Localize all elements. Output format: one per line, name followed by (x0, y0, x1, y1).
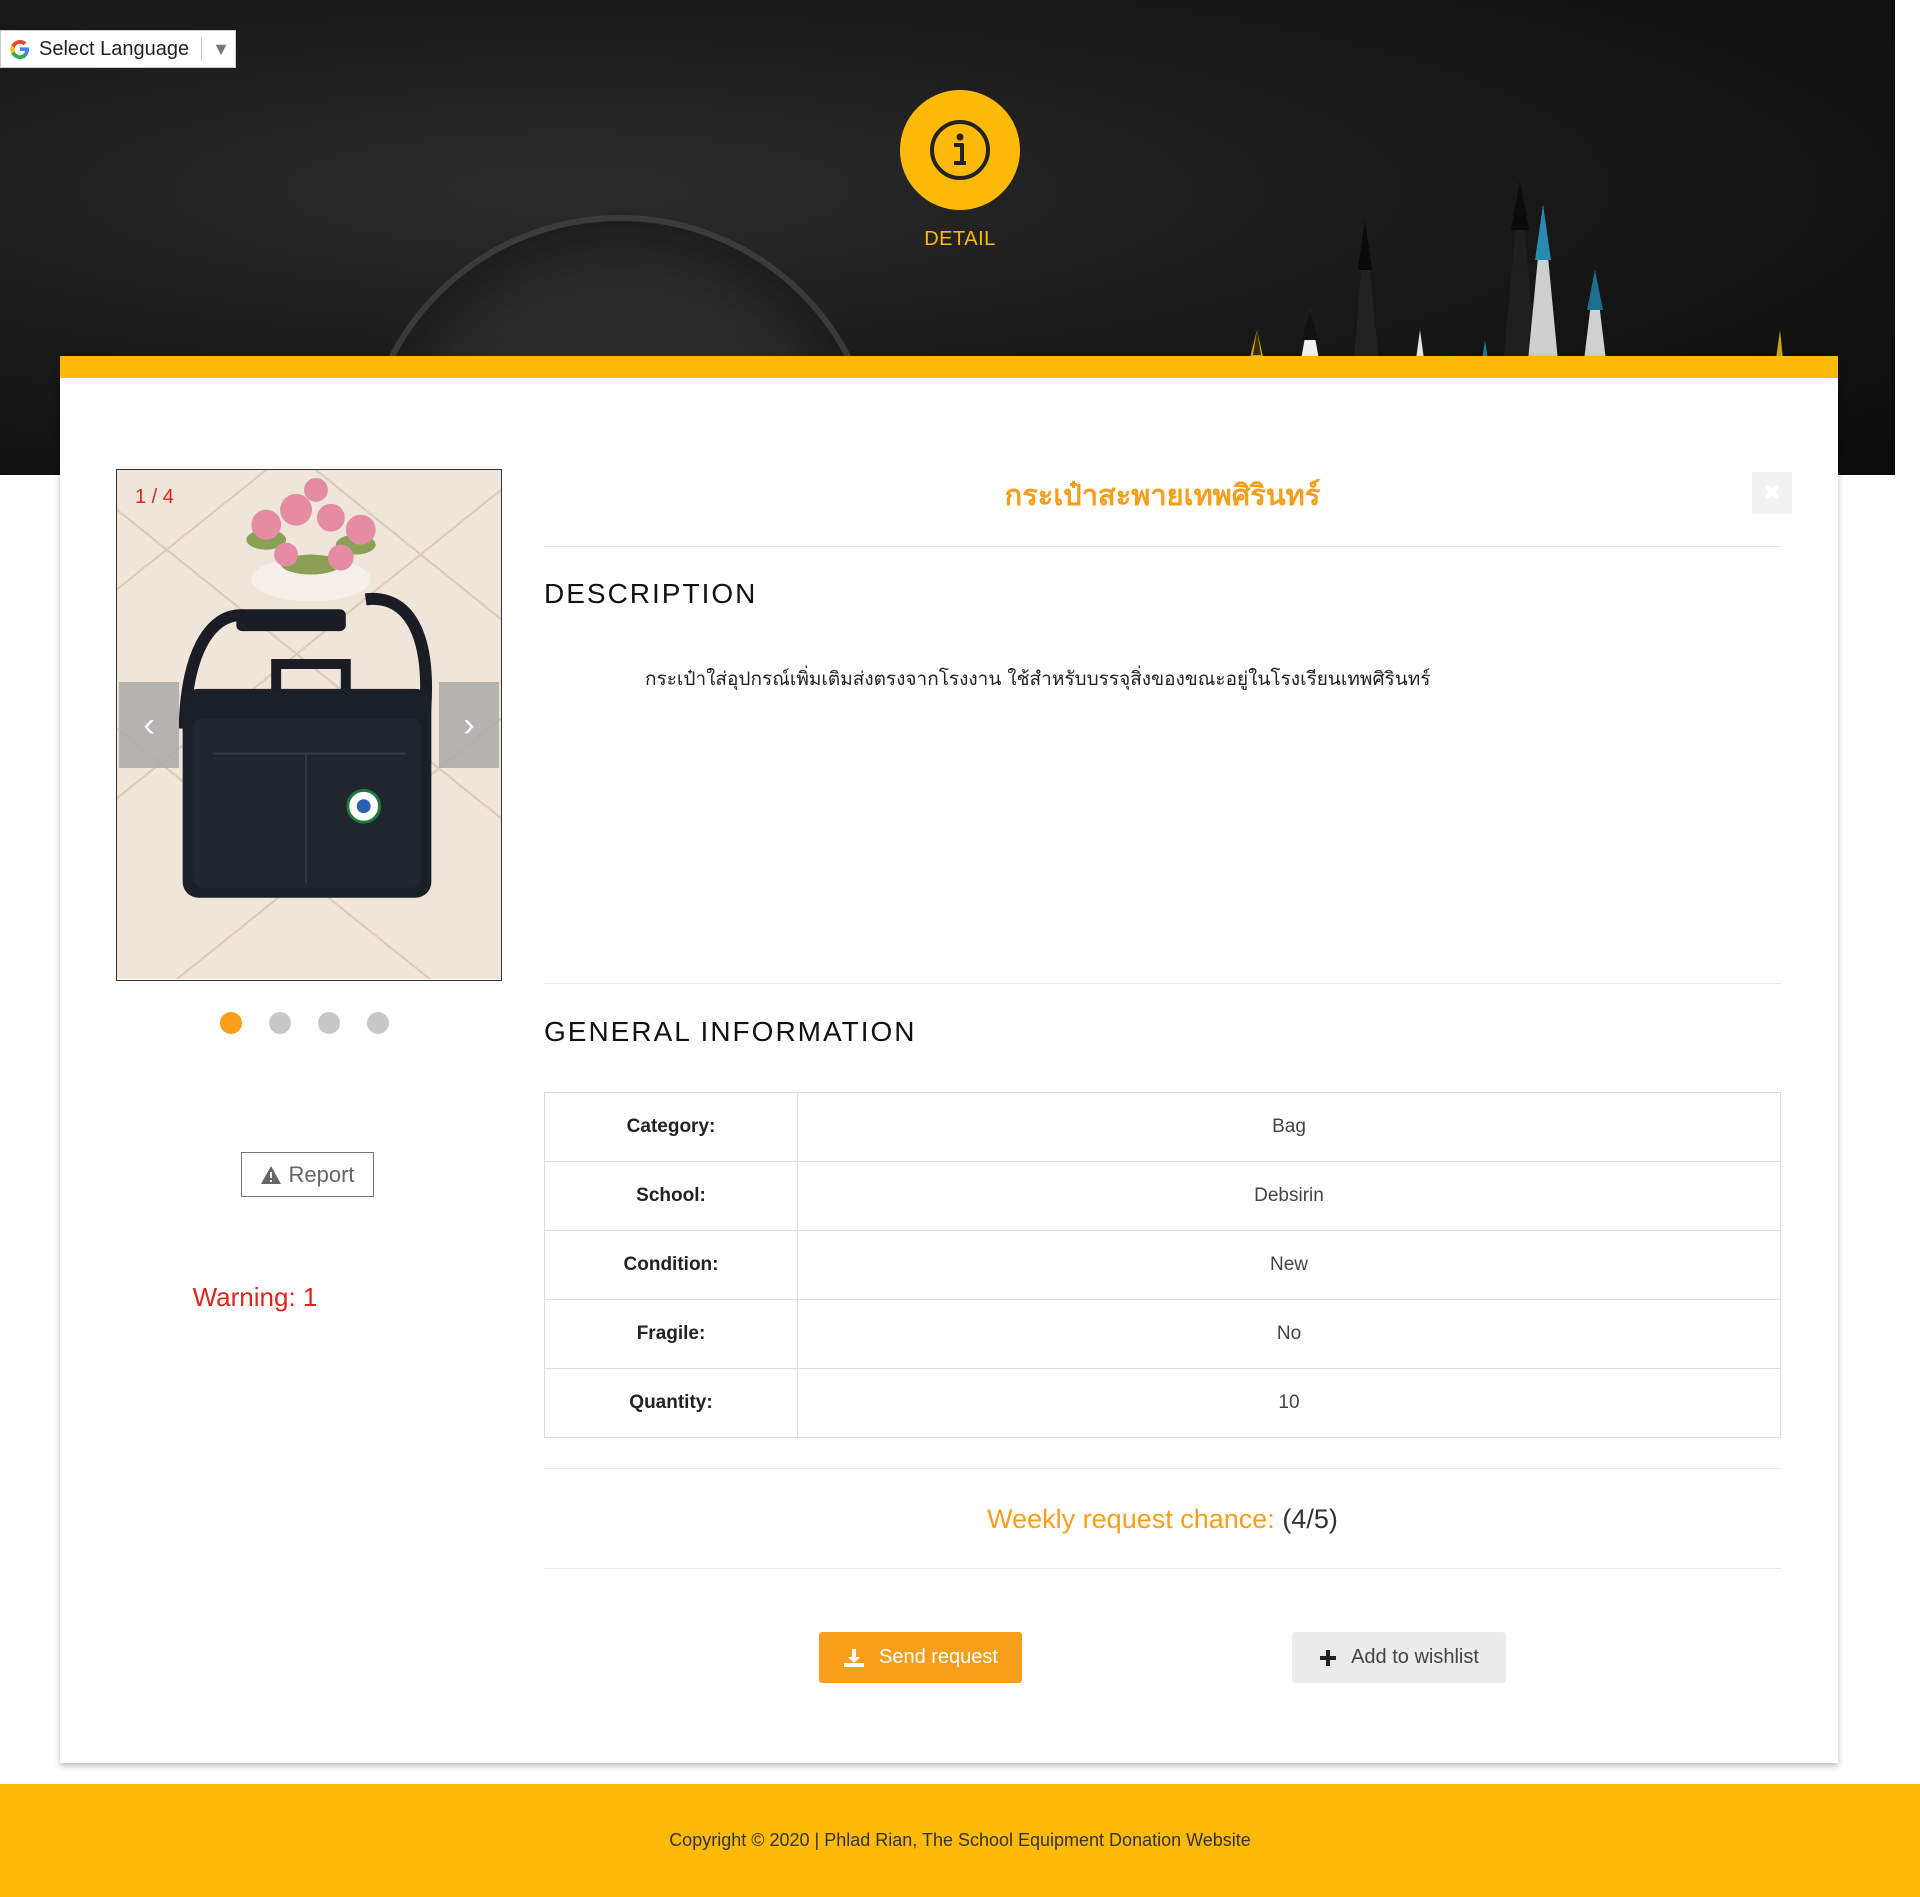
page-section-title: DETAIL (924, 228, 996, 250)
carousel-indicators (220, 1012, 389, 1034)
carousel-dot-3[interactable] (318, 1012, 340, 1034)
table-value: Bag (797, 1092, 1781, 1162)
chevron-down-icon: ▼ (212, 38, 230, 59)
image-carousel: 1 / 4 ‹ › (116, 469, 502, 981)
warning-triangle-icon (261, 1165, 282, 1184)
table-row: Quantity: 10 (544, 1368, 1781, 1438)
language-select[interactable]: Select Language ▼ (0, 30, 236, 68)
general-info-table: Category: Bag School: Debsirin Condition… (544, 1092, 1781, 1438)
divider (544, 1468, 1781, 1469)
table-row: Category: Bag (544, 1092, 1781, 1162)
slide-counter: 1 / 4 (135, 486, 174, 508)
table-value: Debsirin (797, 1161, 1781, 1231)
report-button[interactable]: Report (241, 1152, 374, 1197)
send-request-label: Send request (879, 1646, 998, 1668)
carousel-dot-1[interactable] (220, 1012, 242, 1034)
download-icon (844, 1648, 864, 1667)
warning-count: Warning: 1 (192, 1282, 318, 1312)
report-button-label: Report (288, 1161, 355, 1187)
copyright-text: Copyright © 2020 | Phlad Rian, The Schoo… (669, 1830, 1251, 1850)
table-key: Condition: (544, 1230, 798, 1300)
table-value: 10 (797, 1368, 1781, 1438)
table-key: Category: (544, 1092, 798, 1162)
item-title: กระเป๋าสะพายเทพศิรินทร์ (1004, 478, 1321, 512)
table-key: Quantity: (544, 1368, 798, 1438)
weekly-request-chance: Weekly request chance: (4/5) (544, 1504, 1781, 1535)
table-row: School: Debsirin (544, 1161, 1781, 1231)
weekly-request-chance-value: (4/5) (1282, 1504, 1338, 1534)
table-key: Fragile: (544, 1299, 798, 1369)
general-info-heading: GENERAL INFORMATION (544, 1016, 917, 1047)
divider (544, 1568, 1781, 1569)
info-icon-badge (900, 90, 1020, 210)
send-request-button[interactable]: Send request (819, 1632, 1022, 1683)
divider (544, 546, 1781, 547)
table-value: New (797, 1230, 1781, 1300)
add-to-wishlist-label: Add to wishlist (1351, 1646, 1479, 1668)
divider (544, 983, 1781, 984)
info-icon (930, 120, 990, 180)
description-heading: DESCRIPTION (544, 578, 758, 609)
carousel-dot-2[interactable] (269, 1012, 291, 1034)
table-key: School: (544, 1161, 798, 1231)
weekly-request-chance-label: Weekly request chance: (987, 1504, 1275, 1534)
description-text: กระเป๋าใส่อุปกรณ์เพิ่มเติมส่งตรงจากโรงงา… (645, 668, 1431, 690)
table-row: Fragile: No (544, 1299, 1781, 1369)
table-value: No (797, 1299, 1781, 1369)
language-select-label: Select Language (39, 37, 190, 60)
plus-icon (1320, 1649, 1337, 1666)
item-detail-card: ✖ 1 / 4 ‹ › Report Warning: 1 กระเป๋าสะพ… (60, 356, 1838, 1763)
table-row: Condition: New (544, 1230, 1781, 1300)
language-select-divider (201, 37, 203, 61)
add-to-wishlist-button[interactable]: Add to wishlist (1292, 1632, 1506, 1683)
carousel-prev-button[interactable]: ‹ (119, 682, 179, 768)
google-g-icon (10, 40, 30, 59)
carousel-dot-4[interactable] (367, 1012, 389, 1034)
footer: Copyright © 2020 | Phlad Rian, The Schoo… (0, 1784, 1920, 1897)
carousel-next-button[interactable]: › (439, 682, 499, 768)
